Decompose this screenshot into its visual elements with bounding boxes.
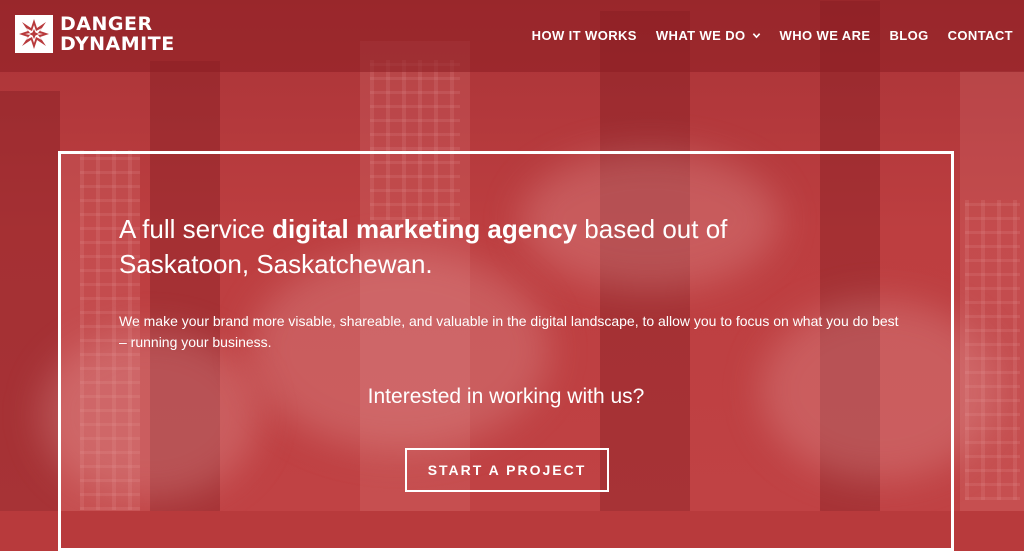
starburst-logo-icon: [15, 15, 53, 53]
brand-line1: DANGER: [60, 13, 153, 35]
hero-headline: A full service digital marketing agency …: [119, 212, 819, 282]
nav-label: WHAT WE DO: [655, 27, 746, 43]
headline-text: A full service: [119, 214, 273, 244]
nav-contact[interactable]: CONTACT: [948, 26, 1013, 44]
start-project-button[interactable]: START A PROJECT: [405, 448, 609, 492]
brand-line2: DYNAMITE: [60, 33, 175, 55]
nav-label: CONTACT: [947, 27, 1013, 43]
hero-subtext: We make your brand more visable, shareab…: [119, 313, 899, 350]
brand-logo[interactable]: DANGER DYNAMITE: [15, 14, 175, 54]
main-nav: HOW IT WORKS WHAT WE DO WHO WE ARE BLOG …: [513, 26, 1013, 44]
nav-who-we-are[interactable]: WHO WE ARE: [780, 26, 871, 44]
hero-question: Interested in working with us?: [367, 385, 645, 408]
nav-label: BLOG: [889, 27, 929, 43]
headline-emphasis: digital marketing agency: [272, 214, 578, 244]
nav-label: HOW IT WORKS: [531, 27, 637, 43]
brand-name: DANGER DYNAMITE: [60, 14, 175, 54]
site-header: DANGER DYNAMITE HOW IT WORKS WHAT WE DO …: [0, 0, 1024, 72]
chevron-down-icon: [752, 32, 760, 38]
nav-what-we-do[interactable]: WHAT WE DO: [656, 26, 761, 44]
nav-blog[interactable]: BLOG: [889, 26, 928, 44]
nav-how-it-works[interactable]: HOW IT WORKS: [532, 26, 637, 44]
nav-label: WHO WE ARE: [779, 27, 871, 43]
